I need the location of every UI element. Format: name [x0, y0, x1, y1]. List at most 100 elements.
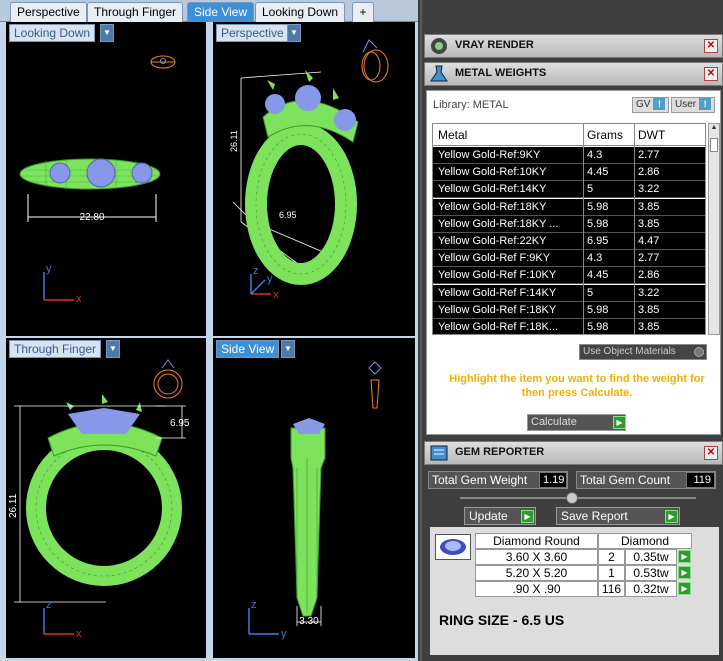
metal-table-row[interactable]: Yellow Gold-Ref:9KY 4.3 2.77 [433, 147, 705, 164]
slider-handle[interactable] [566, 492, 578, 504]
grams-cell: 5.98 [587, 303, 609, 316]
metal-name-cell: Yellow Gold-Ref F:9KY [438, 252, 551, 265]
through-finger-menu-dropdown[interactable]: ▼ [106, 340, 120, 358]
save-report-go-icon[interactable]: ▶ [665, 510, 678, 523]
close-icon[interactable]: ✕ [704, 39, 718, 53]
dwt-cell: 3.85 [638, 303, 660, 316]
svg-text:6.95: 6.95 [279, 210, 297, 220]
viewport-label-through-finger: Through Finger [9, 340, 102, 358]
dwt-cell: 3.85 [638, 200, 660, 213]
close-icon[interactable]: ✕ [704, 446, 718, 460]
dwt-cell: 2.77 [638, 252, 660, 265]
svg-text:x: x [273, 289, 279, 301]
viewport-tab-bar: Perspective Through Finger Side View Loo… [0, 0, 418, 22]
tab-through-finger[interactable]: Through Finger [87, 2, 184, 22]
metal-table-scrollbar[interactable]: ▲ [708, 123, 720, 335]
dwt-cell: 2.86 [638, 269, 660, 282]
tab-looking-down[interactable]: Looking Down [255, 2, 346, 22]
metal-table-row[interactable]: Yellow Gold-Ref F:18K... 5.98 3.85 [433, 319, 705, 334]
diamond-round-icon [435, 534, 471, 560]
viewport-looking-down[interactable]: 22.80 y x Looking Down ▼ [6, 22, 206, 336]
right-panel: VRAY RENDER ✕ METAL WEIGHTS ✕ Library: M… [420, 0, 723, 661]
viewport-label-looking-down: Looking Down [9, 24, 96, 42]
gem-size-cell: .90 X .90 [475, 581, 598, 597]
svg-text:26.11: 26.11 [229, 130, 239, 152]
tab-perspective[interactable]: Perspective [10, 2, 87, 22]
viewport-perspective[interactable]: 26.11 6.95 z y x Perspective ▼ [213, 22, 415, 336]
vray-icon [431, 38, 447, 54]
metal-table-row[interactable]: Yellow Gold-Ref F:14KY 5 3.22 [433, 284, 705, 302]
dwt-cell: 3.22 [638, 286, 660, 299]
use-object-materials-toggle[interactable]: Use Object Materials [579, 344, 707, 360]
gem-reporter-panel: Total Gem Weight 1.19 Total Gem Count 11… [426, 466, 721, 658]
grams-cell: 5.98 [587, 200, 609, 213]
dwt-cell: 3.85 [638, 321, 660, 333]
metal-table-row[interactable]: Yellow Gold-Ref:10KY 4.45 2.86 [433, 164, 705, 182]
save-report-button[interactable]: Save Report [556, 507, 680, 525]
metal-table-row[interactable]: Yellow Gold-Ref F:18KY 5.98 3.85 [433, 301, 705, 319]
dwt-cell: 3.85 [638, 217, 660, 230]
viewport-area: 22.80 y x Looking Down ▼ 26.11 6.95 z y … [0, 22, 418, 661]
side-view-model: 3.30 z y [248, 361, 382, 640]
gem-slider[interactable] [460, 492, 696, 504]
gv-toggle[interactable]: GV! [632, 97, 670, 113]
viewport-through-finger[interactable]: 26.11 6.95 z x Through Finger ▼ [6, 338, 206, 658]
user-toggle[interactable]: User! [671, 97, 716, 113]
gem-row-go-icon[interactable]: ▶ [678, 566, 691, 579]
metal-weights-panel-header[interactable]: METAL WEIGHTS ✕ [424, 62, 723, 86]
vray-render-panel-header[interactable]: VRAY RENDER ✕ [424, 34, 723, 58]
svg-text:3.30: 3.30 [299, 616, 319, 627]
metal-weights-panel: Library: METAL GV! User! Metal Grams DWT… [426, 90, 721, 435]
viewport-label-perspective: Perspective [216, 24, 289, 42]
gem-weight-cell: 0.53tw [625, 565, 677, 581]
metal-name-cell: Yellow Gold-Ref F:18KY [438, 303, 557, 316]
tab-side-view[interactable]: Side View [187, 2, 255, 22]
flask-icon [430, 65, 448, 82]
grams-cell: 5.98 [587, 217, 609, 230]
calculate-hint: Highlight the item you want to find the … [449, 373, 705, 399]
perspective-menu-dropdown[interactable]: ▼ [287, 24, 301, 42]
grams-cell: 4.45 [587, 166, 609, 179]
calculate-go-icon[interactable]: ▶ [613, 416, 626, 429]
svg-text:y: y [267, 273, 273, 285]
gem-size-cell: 3.60 X 3.60 [475, 549, 598, 565]
looking-down-menu-dropdown[interactable]: ▼ [100, 24, 114, 42]
svg-text:x: x [76, 628, 82, 640]
width-dimension: 22.80 [79, 212, 104, 223]
total-gem-weight-value: 1.19 [539, 472, 567, 488]
metal-table-row[interactable]: Yellow Gold-Ref:18KY 5.98 3.85 [433, 198, 705, 216]
calculate-button[interactable]: Calculate [527, 414, 626, 431]
dwt-cell: 2.77 [638, 149, 660, 161]
dwt-cell: 2.86 [638, 166, 660, 179]
grams-cell: 4.45 [587, 269, 609, 282]
gem-row-go-icon[interactable]: ▶ [678, 582, 691, 595]
metal-table-row[interactable]: Yellow Gold-Ref F:10KY 4.45 2.86 [433, 267, 705, 285]
close-icon[interactable]: ✕ [704, 67, 718, 81]
metal-name-cell: Yellow Gold-Ref F:14KY [438, 286, 557, 299]
scroll-up-icon: ▲ [710, 124, 718, 131]
metal-table-row[interactable]: Yellow Gold-Ref:18KY ... 5.98 3.85 [433, 215, 705, 233]
metal-table-row[interactable]: Yellow Gold-Ref F:9KY 4.3 2.77 [433, 250, 705, 268]
metal-table-row[interactable]: Yellow Gold-Ref:22KY 6.95 4.47 [433, 233, 705, 250]
svg-text:z: z [46, 599, 52, 611]
svg-text:26.11: 26.11 [8, 493, 19, 518]
viewport-side-view[interactable]: 3.30 z y Side View ▼ [213, 338, 415, 658]
side-view-menu-dropdown[interactable]: ▼ [281, 340, 295, 358]
grams-cell: 4.3 [587, 149, 603, 161]
svg-text:z: z [251, 599, 257, 611]
library-label: Library: METAL [433, 99, 509, 111]
gem-count-cell: 1 [598, 565, 625, 581]
gem-size-cell: 5.20 X 5.20 [475, 565, 598, 581]
update-go-icon[interactable]: ▶ [521, 510, 534, 523]
grams-cell: 5.98 [587, 321, 609, 333]
through-finger-model: 26.11 6.95 z x [8, 359, 190, 640]
add-tab-button[interactable]: + [352, 2, 374, 22]
gem-col-diamond: Diamond [598, 533, 692, 549]
metal-table-row[interactable]: Yellow Gold-Ref:14KY 5 3.22 [433, 181, 705, 199]
grams-cell: 5 [587, 183, 594, 196]
gem-reporter-panel-header[interactable]: GEM REPORTER ✕ [424, 441, 723, 465]
metal-name-cell: Yellow Gold-Ref:14KY [438, 183, 547, 196]
gem-row-go-icon[interactable]: ▶ [678, 550, 691, 563]
metal-name-cell: Yellow Gold-Ref:18KY ... [438, 217, 559, 230]
dwt-cell: 4.47 [638, 235, 660, 247]
